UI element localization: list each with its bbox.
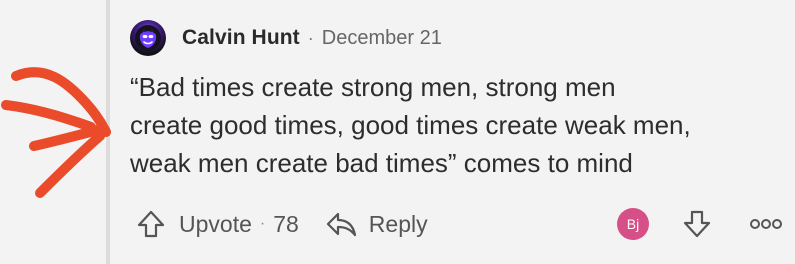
downvote-icon[interactable] [681, 208, 713, 240]
comment-line-2: create good times, good times create wea… [130, 110, 691, 140]
comment-header: Calvin Hunt · December 21 [130, 18, 770, 58]
reply-label: Reply [368, 210, 428, 237]
comment-line-1: “Bad times create strong men, strong men [130, 72, 616, 102]
author-name[interactable]: Calvin Hunt [182, 26, 300, 50]
masked-face-icon [135, 25, 161, 51]
upvote-separator: · [259, 215, 266, 232]
user-badge[interactable]: Bj [617, 208, 649, 240]
comment-line-3: weak men create bad times” comes to mind [130, 148, 633, 178]
more-options-icon[interactable] [747, 212, 785, 236]
upvote-button[interactable]: Upvote · 78 [135, 208, 299, 240]
author-avatar[interactable] [130, 20, 166, 56]
comment-body: “Bad times create strong men, strong men… [130, 68, 750, 182]
comment-card: Calvin Hunt · December 21 “Bad times cre… [0, 0, 795, 264]
reply-icon [325, 209, 359, 239]
right-actions: Bj [617, 208, 785, 240]
comment-date: December 21 [321, 26, 442, 49]
red-arrow-annotation [1, 67, 111, 198]
upvote-label: Upvote [179, 210, 252, 237]
upvote-icon [135, 208, 167, 240]
upvote-count: 78 [273, 210, 299, 237]
header-separator: · [307, 27, 314, 48]
thread-line [106, 0, 110, 264]
reply-button[interactable]: Reply [325, 209, 428, 239]
comment-actions: Upvote · 78 Reply Bj [135, 204, 785, 244]
comment: Calvin Hunt · December 21 “Bad times cre… [130, 18, 770, 182]
